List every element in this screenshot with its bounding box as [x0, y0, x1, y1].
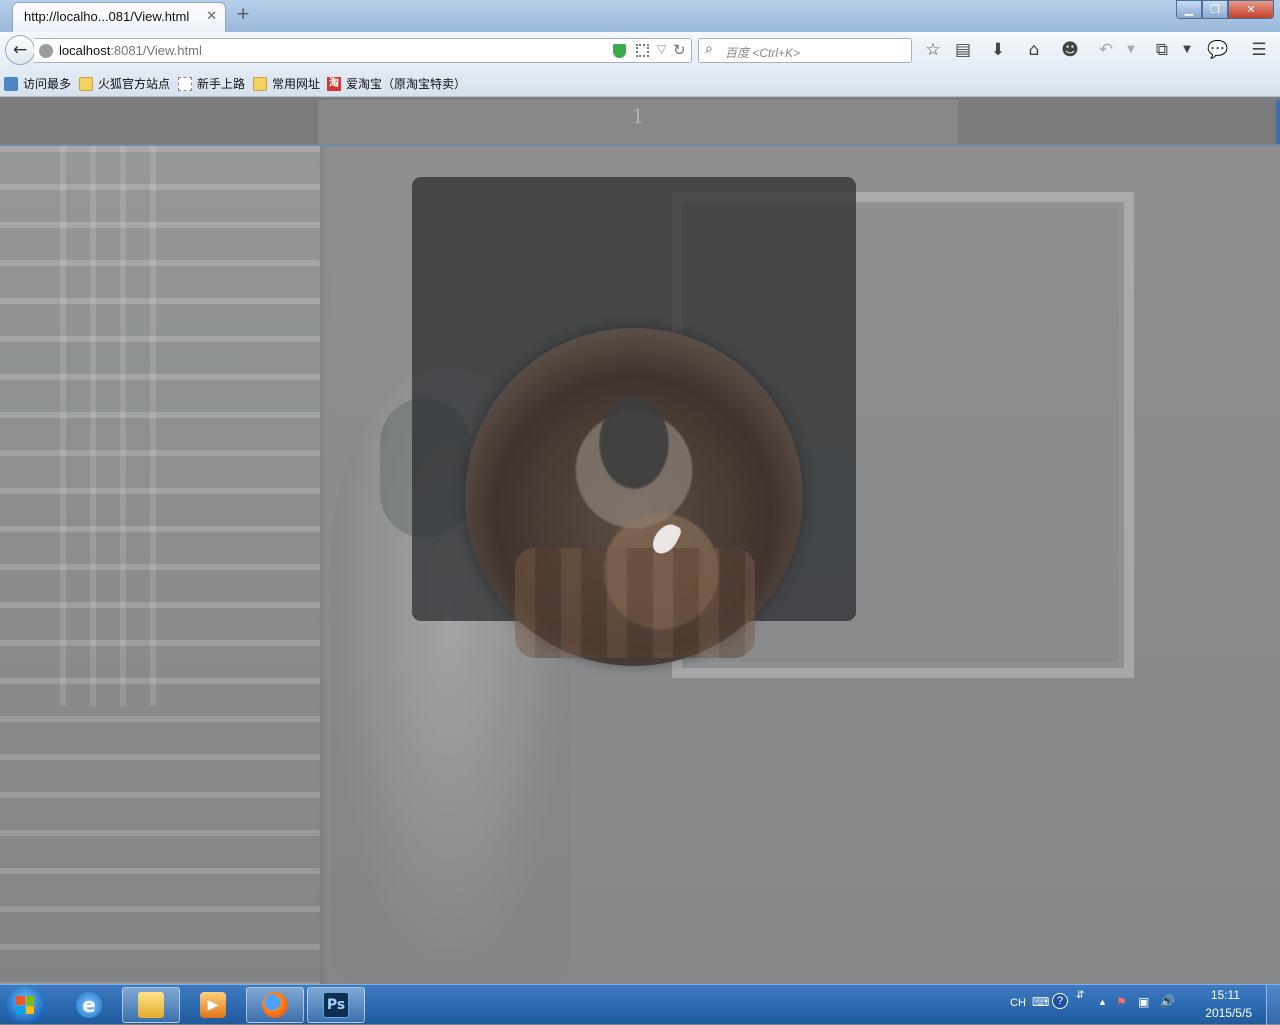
bookmark-most-visited[interactable]: 访问最多 [4, 75, 71, 92]
show-hidden-icons-icon[interactable]: ▲ [1098, 997, 1107, 1007]
bookmark-ai-taobao[interactable]: 淘 爱淘宝（原淘宝特卖） [327, 75, 466, 92]
clock-date[interactable]: 2015/5/5 [1205, 1006, 1252, 1020]
media-play-icon: ▶ [200, 992, 226, 1018]
bookmark-common-sites[interactable]: 常用网址 [253, 75, 320, 92]
windows-logo-icon [16, 996, 34, 1014]
url-bar[interactable]: localhost:8081/View.html ▽ ↻ [34, 38, 692, 63]
site-identity-icon[interactable] [39, 44, 53, 58]
title-bar: http://localho...081/View.html ✕ + ▁ ❐ ✕ [0, 0, 1280, 32]
folder-icon [79, 76, 93, 91]
bookmark-label: 新手上路 [197, 77, 246, 91]
page-number: 1 [631, 104, 645, 128]
bookmark-label: 爱淘宝（原淘宝特卖） [346, 77, 467, 91]
screenshot-crop-icon[interactable]: ⧉ [1151, 39, 1173, 61]
url-text[interactable]: localhost:8081/View.html [59, 43, 202, 58]
browser-tab[interactable]: http://localho...081/View.html ✕ [12, 2, 226, 32]
taskbar-photoshop[interactable]: Ps [307, 987, 365, 1023]
scrollbar-thumb[interactable] [1276, 100, 1280, 144]
maximize-button[interactable]: ❐ [1202, 0, 1228, 19]
system-tray: CH ⌨ ? ⇵ ▲ ⚑ ▣ 🔊 15:11 2015/5/5 [990, 985, 1280, 1025]
page-header-center: 1 [318, 100, 958, 144]
page-header-bar: 1 [0, 98, 1280, 146]
bookmarks-menu-icon[interactable]: ▤ [952, 39, 974, 61]
search-input[interactable]: ⌕ 百度 <Ctrl+K> [698, 38, 912, 63]
reload-icon[interactable]: ↻ [673, 41, 686, 59]
undo-icon[interactable]: ↶ [1095, 39, 1117, 61]
smiley-feedback-icon[interactable]: ☻ [1059, 39, 1081, 61]
minimize-button[interactable]: ▁ [1176, 0, 1202, 19]
crop-dropdown-icon[interactable]: ▼ [1176, 39, 1198, 61]
panorama-kitchen-view [515, 548, 755, 658]
dotted-page-icon [178, 76, 192, 91]
taskbar-file-explorer[interactable] [122, 987, 180, 1023]
new-tab-icon[interactable]: + [236, 6, 250, 23]
url-dropdown-icon[interactable]: ▽ [657, 42, 666, 56]
start-button[interactable] [4, 986, 46, 1024]
volume-icon[interactable]: 🔊 [1160, 994, 1175, 1008]
blue-bookmark-icon [4, 76, 18, 91]
keyboard-icon[interactable]: ⌨ [1032, 995, 1049, 1009]
url-host: localhost [59, 43, 111, 58]
navigation-toolbar: ← localhost:8081/View.html ▽ ↻ ⌕ 百度 <Ctr… [0, 32, 1280, 70]
security-shield-icon[interactable] [613, 44, 626, 58]
bookmark-getting-started[interactable]: 新手上路 [178, 75, 245, 92]
bookmarks-bar: 访问最多 火狐官方站点 新手上路 常用网址 淘 爱淘宝（原淘宝特卖） [0, 70, 1280, 97]
bookmark-label: 常用网址 [272, 77, 321, 91]
firefox-icon [262, 992, 288, 1018]
taskbar-firefox[interactable] [246, 987, 304, 1023]
undo-dropdown-icon[interactable]: ▼ [1120, 39, 1142, 61]
clock-time[interactable]: 15:11 [1211, 988, 1240, 1002]
language-bar-icon[interactable]: ⇵ [1076, 990, 1084, 1001]
taskbar-internet-explorer[interactable]: e [60, 987, 118, 1023]
chat-bubble-icon[interactable]: 💬 [1207, 39, 1229, 61]
close-button[interactable]: ✕ [1228, 0, 1274, 19]
folder-icon [138, 992, 164, 1018]
bookmark-firefox-official[interactable]: 火狐官方站点 [79, 75, 170, 92]
back-button[interactable]: ← [5, 35, 35, 65]
url-path: :8081/View.html [110, 43, 202, 58]
home-icon[interactable]: ⌂ [1023, 39, 1045, 61]
search-placeholder: 百度 <Ctrl+K> [725, 46, 801, 60]
folder-icon [253, 76, 267, 91]
tab-title: http://localho...081/View.html [24, 9, 190, 24]
bookmark-star-icon[interactable]: ☆ [922, 39, 944, 61]
background-railing [60, 146, 170, 706]
back-arrow-icon: ← [12, 40, 28, 60]
bookmark-label: 火狐官方站点 [98, 77, 171, 91]
taskbar: e ▶ Ps CH ⌨ ? ⇵ ▲ ⚑ ▣ 🔊 15:11 2015/5/5 [0, 984, 1280, 1025]
taskbar-media-player[interactable]: ▶ [184, 987, 242, 1023]
internet-explorer-icon: e [76, 992, 102, 1018]
page-content: 1 [0, 98, 1280, 984]
qr-code-icon[interactable] [636, 44, 649, 57]
show-desktop-button[interactable] [1266, 985, 1280, 1025]
downloads-icon[interactable]: ⬇ [987, 39, 1009, 61]
help-icon[interactable]: ? [1052, 993, 1068, 1009]
menu-icon[interactable]: ☰ [1248, 39, 1270, 61]
photoshop-icon: Ps [323, 992, 349, 1018]
tab-close-icon[interactable]: ✕ [206, 9, 217, 24]
bookmark-label: 访问最多 [23, 77, 72, 91]
search-icon: ⌕ [705, 41, 713, 57]
taobao-icon: 淘 [327, 76, 341, 91]
action-center-icon[interactable]: ⚑ [1116, 995, 1127, 1009]
window-controls: ▁ ❐ ✕ [1176, 0, 1274, 19]
ime-indicator[interactable]: CH [1010, 997, 1026, 1009]
network-icon[interactable]: ▣ [1138, 995, 1149, 1009]
